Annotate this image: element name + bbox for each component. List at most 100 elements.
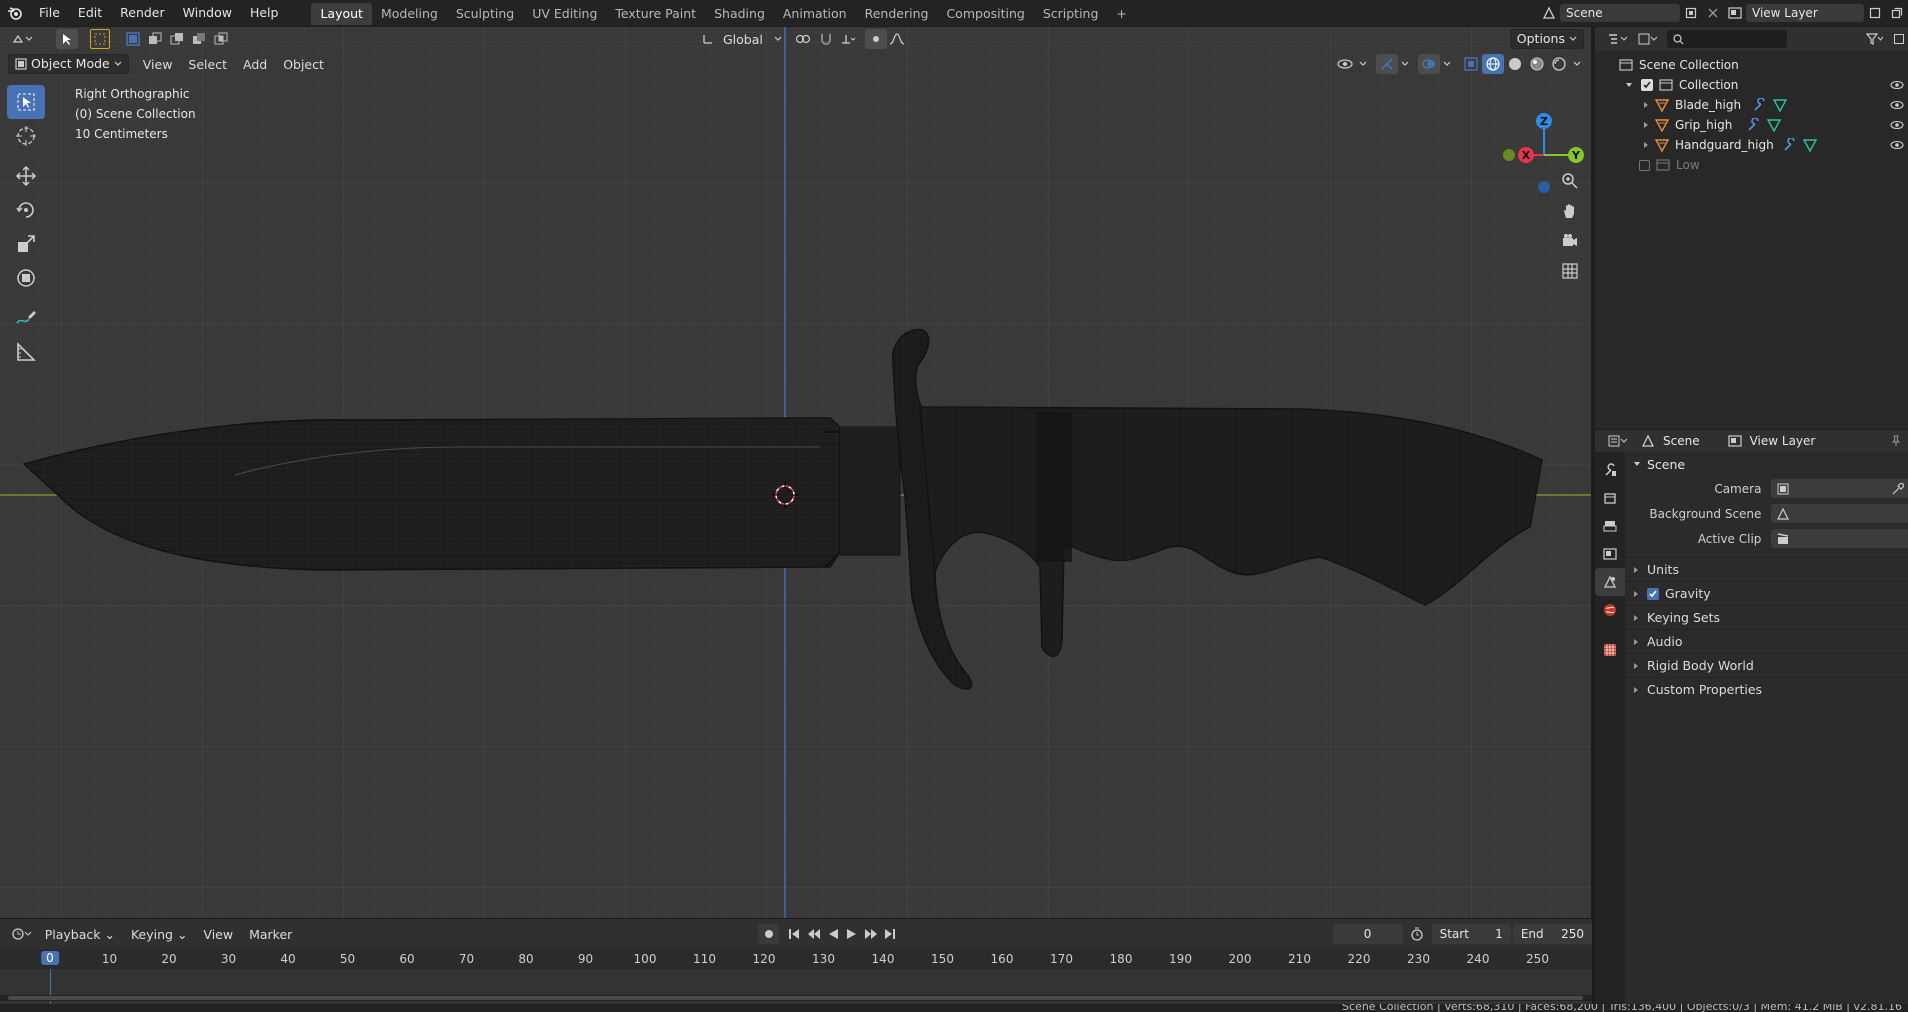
- transform-orientation-dropdown[interactable]: Global: [719, 32, 767, 47]
- modifier-wrench-icon[interactable]: [1747, 118, 1761, 132]
- perspective-toggle-button[interactable]: [1556, 257, 1584, 285]
- scene-icon[interactable]: [1538, 3, 1560, 23]
- overlays-toggle-icon[interactable]: [1418, 54, 1440, 74]
- tab-view-layer[interactable]: [1595, 540, 1625, 568]
- tab-texture[interactable]: [1595, 636, 1625, 664]
- menu-view[interactable]: View: [135, 57, 181, 72]
- eye-icon[interactable]: [1890, 140, 1904, 150]
- new-view-layer-icon[interactable]: [1864, 3, 1886, 23]
- timeline-scrollbar[interactable]: [0, 995, 1592, 1001]
- collection-checkbox[interactable]: [1641, 79, 1653, 91]
- tab-layout[interactable]: Layout: [311, 3, 372, 25]
- add-workspace-button[interactable]: +: [1107, 3, 1135, 25]
- visibility-filter-icon[interactable]: [1334, 54, 1356, 74]
- tab-uv-editing[interactable]: UV Editing: [523, 3, 606, 25]
- tab-sculpting[interactable]: Sculpting: [447, 3, 523, 25]
- record-button[interactable]: [758, 924, 780, 944]
- outliner-collection-low[interactable]: Low: [1595, 155, 1908, 175]
- tab-scripting[interactable]: Scripting: [1034, 3, 1108, 25]
- cursor-tool[interactable]: [7, 119, 45, 153]
- expand-arrow-icon[interactable]: [1643, 141, 1649, 149]
- tab-tool[interactable]: [1595, 456, 1625, 484]
- gizmo-toggle-icon[interactable]: [1376, 54, 1398, 74]
- menu-help[interactable]: Help: [241, 0, 288, 26]
- mesh-data-icon[interactable]: [1773, 98, 1787, 112]
- select-box-tool[interactable]: [7, 85, 45, 119]
- outliner-object-handguard[interactable]: Handguard_high: [1595, 135, 1908, 155]
- select-extend-icon[interactable]: [144, 29, 166, 49]
- tab-texture-paint[interactable]: Texture Paint: [606, 3, 705, 25]
- playhead-frame-indicator[interactable]: 0: [41, 951, 59, 965]
- expand-arrow-icon[interactable]: [1643, 121, 1649, 129]
- select-intersect-icon[interactable]: [210, 29, 232, 49]
- menu-select[interactable]: Select: [180, 57, 235, 72]
- modifier-wrench-icon[interactable]: [1783, 138, 1797, 152]
- view-layer-icon[interactable]: [1724, 3, 1746, 23]
- next-keyframe-button[interactable]: [861, 924, 880, 944]
- move-tool[interactable]: [7, 159, 45, 193]
- menu-marker[interactable]: Marker: [241, 927, 300, 942]
- panel-rigid-body-world[interactable]: Rigid Body World: [1625, 653, 1908, 677]
- select-box-tool-icon[interactable]: [56, 29, 78, 49]
- camera-field[interactable]: [1771, 479, 1908, 498]
- pan-button[interactable]: [1556, 197, 1584, 225]
- outliner-scene-collection[interactable]: Scene Collection: [1595, 55, 1908, 75]
- object-mode-dropdown[interactable]: Object Mode: [8, 54, 129, 74]
- rotate-tool[interactable]: [7, 193, 45, 227]
- chevron-down-icon[interactable]: [1398, 54, 1412, 74]
- editor-type-icon[interactable]: [8, 29, 38, 49]
- prev-keyframe-button[interactable]: [804, 924, 823, 944]
- panel-custom-properties[interactable]: Custom Properties: [1625, 677, 1908, 701]
- menu-file[interactable]: File: [30, 0, 69, 26]
- scale-tool[interactable]: [7, 227, 45, 261]
- solid-shading-icon[interactable]: [1504, 54, 1526, 74]
- select-difference-icon[interactable]: [188, 29, 210, 49]
- properties-editor-type-icon[interactable]: [1603, 431, 1633, 451]
- tab-animation[interactable]: Animation: [774, 3, 856, 25]
- panel-audio[interactable]: Audio: [1625, 629, 1908, 653]
- timeline-track-area[interactable]: [0, 969, 1592, 1004]
- panel-units[interactable]: Units: [1625, 557, 1908, 581]
- stopwatch-icon[interactable]: [1407, 924, 1428, 944]
- display-mode-icon[interactable]: [1633, 29, 1663, 49]
- panel-scene-header[interactable]: Scene: [1625, 452, 1908, 476]
- active-clip-field[interactable]: [1771, 529, 1908, 548]
- panel-keying-sets[interactable]: Keying Sets: [1625, 605, 1908, 629]
- tab-compositing[interactable]: Compositing: [937, 3, 1033, 25]
- breadcrumb-scene[interactable]: Scene: [1663, 434, 1700, 448]
- snap-icon[interactable]: [815, 29, 837, 49]
- menu-edit[interactable]: Edit: [69, 0, 111, 26]
- background-scene-field[interactable]: [1771, 504, 1908, 523]
- eye-icon[interactable]: [1890, 120, 1904, 130]
- collection-checkbox[interactable]: [1639, 159, 1650, 171]
- select-mode-icon[interactable]: [90, 29, 110, 49]
- outliner-editor-type-icon[interactable]: [1603, 29, 1633, 49]
- tab-scene[interactable]: [1595, 568, 1625, 596]
- scene-selector[interactable]: Scene: [1560, 4, 1680, 22]
- gravity-checkbox[interactable]: [1647, 587, 1659, 600]
- select-new-icon[interactable]: [122, 29, 144, 49]
- eye-icon[interactable]: [1890, 100, 1904, 110]
- transform-tool[interactable]: [7, 261, 45, 295]
- filter-icon[interactable]: [1860, 29, 1890, 49]
- menu-timeline-view[interactable]: View: [195, 927, 241, 942]
- tab-render[interactable]: [1595, 484, 1625, 512]
- menu-keying[interactable]: Keying ⌄: [123, 927, 195, 942]
- tab-shading[interactable]: Shading: [705, 3, 774, 25]
- expand-arrow-icon[interactable]: [1643, 101, 1649, 109]
- view-layer-selector[interactable]: View Layer: [1746, 4, 1864, 22]
- select-subtract-icon[interactable]: [166, 29, 188, 49]
- outliner-collection[interactable]: Collection: [1595, 75, 1908, 95]
- end-frame-field[interactable]: End 250: [1512, 924, 1593, 944]
- chevron-down-icon[interactable]: [1440, 54, 1454, 74]
- tab-modeling[interactable]: Modeling: [372, 3, 447, 25]
- blender-logo-icon[interactable]: [0, 0, 30, 26]
- pivot-point-icon[interactable]: [793, 29, 815, 49]
- wireframe-shading-icon[interactable]: [1482, 54, 1504, 74]
- modifier-wrench-icon[interactable]: [1753, 98, 1767, 112]
- menu-window[interactable]: Window: [174, 0, 241, 26]
- camera-view-button[interactable]: [1556, 227, 1584, 255]
- viewport-canvas[interactable]: [0, 27, 1592, 918]
- measure-tool[interactable]: [7, 335, 45, 369]
- menu-object[interactable]: Object: [275, 57, 332, 72]
